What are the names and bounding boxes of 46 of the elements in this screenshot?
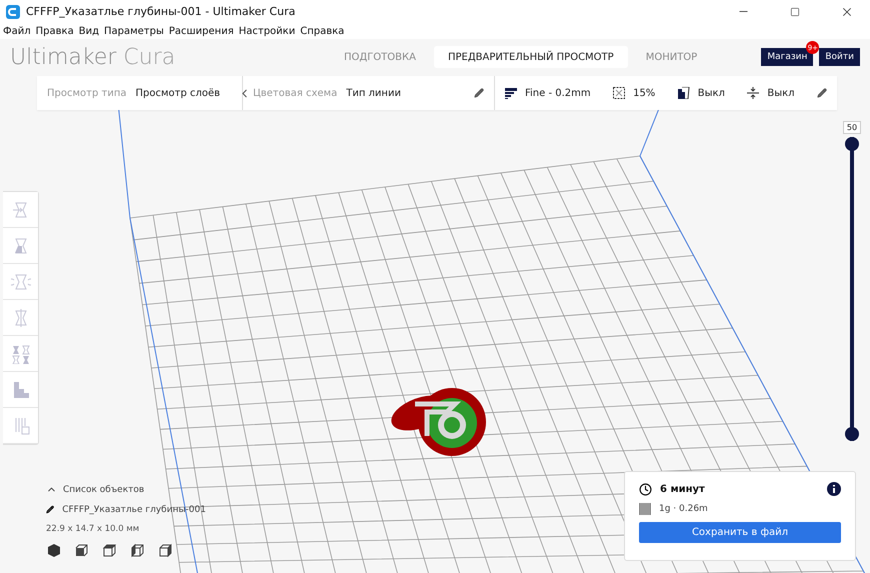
object-list-toggle[interactable]: Список объектов — [46, 484, 206, 495]
stage-tab[interactable]: ПРЕДВАРИТЕЛЬНЫЙ ПРОСМОТР — [434, 46, 628, 68]
save-to-file-button[interactable]: Сохранить в файл — [639, 522, 841, 543]
filament-icon — [639, 503, 651, 515]
profile-value: Fine - 0.2mm — [525, 88, 591, 98]
color-scheme-value: Тип линии — [346, 88, 401, 98]
per-model-tool-icon — [10, 344, 30, 364]
profile-icon — [505, 88, 517, 98]
edit-button[interactable] — [474, 88, 484, 98]
menu-item[interactable]: Настройки — [238, 26, 296, 36]
maximize-icon — [790, 6, 800, 16]
app-logo: Ultimaker Cura — [10, 44, 176, 70]
material-usage: 1g · 0.26m — [659, 504, 708, 514]
slider-handle[interactable] — [845, 427, 859, 441]
app-logo-icon — [6, 4, 20, 18]
login-button[interactable]: Войти — [819, 48, 860, 66]
menu-item[interactable]: Файл — [3, 26, 31, 36]
window-title: CFFFP_Указатлье глубины-001 - Ultimaker Cura — [26, 5, 296, 18]
adhesion-value: Выкл — [767, 88, 795, 98]
object-dimensions: 22.9 x 14.7 x 10.0 мм — [46, 524, 140, 534]
menu-item[interactable]: Правка — [36, 26, 74, 36]
clock-icon — [639, 482, 652, 496]
view-type-value: Просмотр слоёв — [136, 88, 220, 98]
edit-button[interactable] — [816, 88, 827, 98]
layer-reading: 50 — [842, 121, 862, 134]
info-icon[interactable] — [827, 482, 841, 496]
adhesion-icon — [747, 87, 760, 99]
view-type-label: Просмотр типа — [47, 88, 126, 98]
pencil-icon — [46, 504, 54, 515]
cube-icon — [130, 543, 146, 558]
menu-item[interactable]: Параметры — [104, 26, 164, 36]
cube-icon — [102, 543, 118, 558]
slider-handle[interactable] — [845, 137, 859, 151]
menu-item[interactable]: Справка — [300, 26, 344, 36]
print-time: 6 минут — [660, 484, 705, 494]
infill-icon — [613, 87, 626, 99]
cube-icon — [158, 543, 174, 558]
support-icon — [678, 87, 690, 99]
menu-item[interactable]: Расширения — [168, 26, 234, 36]
color-scheme-label: Цветовая схема — [253, 88, 338, 98]
infill-value: 15% — [633, 88, 656, 98]
cube-icon — [74, 543, 90, 558]
rotate-tool-icon — [10, 272, 30, 292]
cube-icon — [46, 543, 62, 558]
menu-item[interactable]: Вид — [78, 26, 99, 36]
support-value: Выкл — [698, 88, 725, 98]
